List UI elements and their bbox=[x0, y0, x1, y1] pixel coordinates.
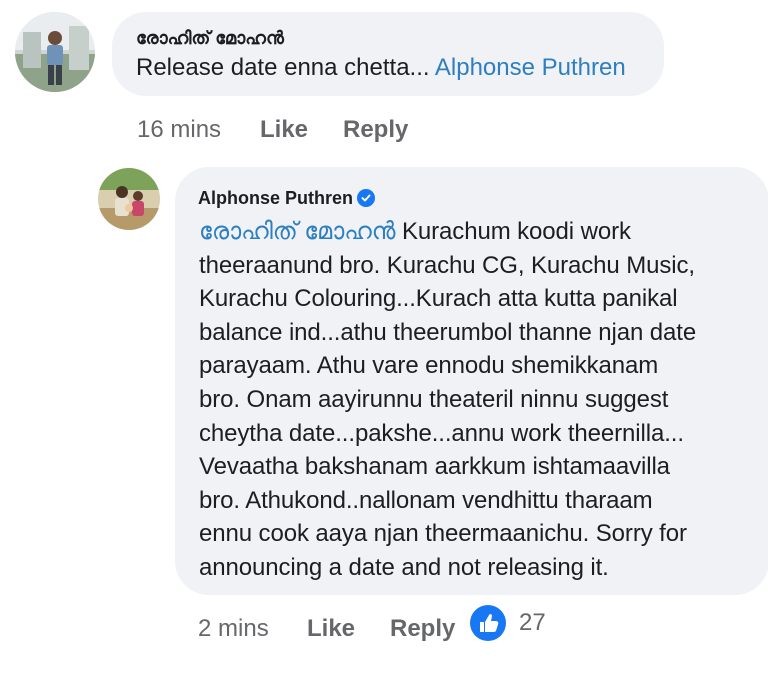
mention-rohith[interactable]: രോഹിത് മോഹൻ bbox=[199, 218, 396, 245]
like-button[interactable]: Like bbox=[260, 116, 308, 144]
comment-bubble-rohith: രോഹിത് മോഹൻ Release date enna chetta... … bbox=[112, 12, 664, 96]
comment-line: bro. Athukond..nallonam vendhittu tharaa… bbox=[199, 487, 653, 514]
comment-line: Vevaatha bakshanam aarkkum ishtamaavilla bbox=[199, 453, 670, 480]
avatar-alphonse-image bbox=[98, 168, 160, 230]
comment-line-1: രോഹിത് മോഹൻ Kurachum koodi work bbox=[199, 218, 631, 246]
comment-line: cheytha date...pakshe...annu work theern… bbox=[199, 420, 684, 447]
avatar-alphonse[interactable] bbox=[98, 168, 160, 230]
comment-line: bro. Onam aayirunnu theateril ninnu sugg… bbox=[199, 386, 669, 413]
comment-line: parayaam. Athu vare ennodu shemikkanam bbox=[199, 352, 659, 379]
like-reaction-icon[interactable] bbox=[470, 605, 506, 641]
reply-button[interactable]: Reply bbox=[390, 615, 455, 643]
comment-author[interactable]: രോഹിത് മോഹൻ bbox=[136, 28, 284, 49]
comment-line: Kurachu Colouring...Kurach atta kutta pa… bbox=[199, 285, 678, 312]
reply-button[interactable]: Reply bbox=[343, 116, 408, 144]
like-button[interactable]: Like bbox=[307, 615, 355, 643]
comment-time: 2 mins bbox=[198, 615, 269, 642]
comment-text: Release date enna chetta... Alphonse Put… bbox=[136, 54, 626, 82]
comment-line: ennu cook aaya njan theermaanichu. Sorry… bbox=[199, 520, 687, 547]
verified-badge-icon bbox=[357, 189, 375, 207]
comment-text-body: Kurachum koodi work bbox=[402, 218, 631, 245]
reaction-count[interactable]: 27 bbox=[519, 609, 546, 637]
comment-author[interactable]: Alphonse Puthren bbox=[198, 188, 353, 209]
mention-alphonse[interactable]: Alphonse Puthren bbox=[435, 54, 626, 81]
comment-text-body: Release date enna chetta... bbox=[136, 54, 430, 81]
comment-line: balance ind...athu theerumbol thanne nja… bbox=[199, 319, 697, 346]
comment-meta-rohith: 16 mins bbox=[137, 116, 221, 144]
comment-time: 16 mins bbox=[137, 116, 222, 143]
avatar-rohith[interactable] bbox=[15, 12, 95, 92]
comment-line: theeraanund bro. Kurachu CG, Kurachu Mus… bbox=[199, 252, 695, 279]
avatar-rohith-image bbox=[15, 12, 95, 92]
comment-line: announcing a date and not releasing it. bbox=[199, 554, 609, 581]
